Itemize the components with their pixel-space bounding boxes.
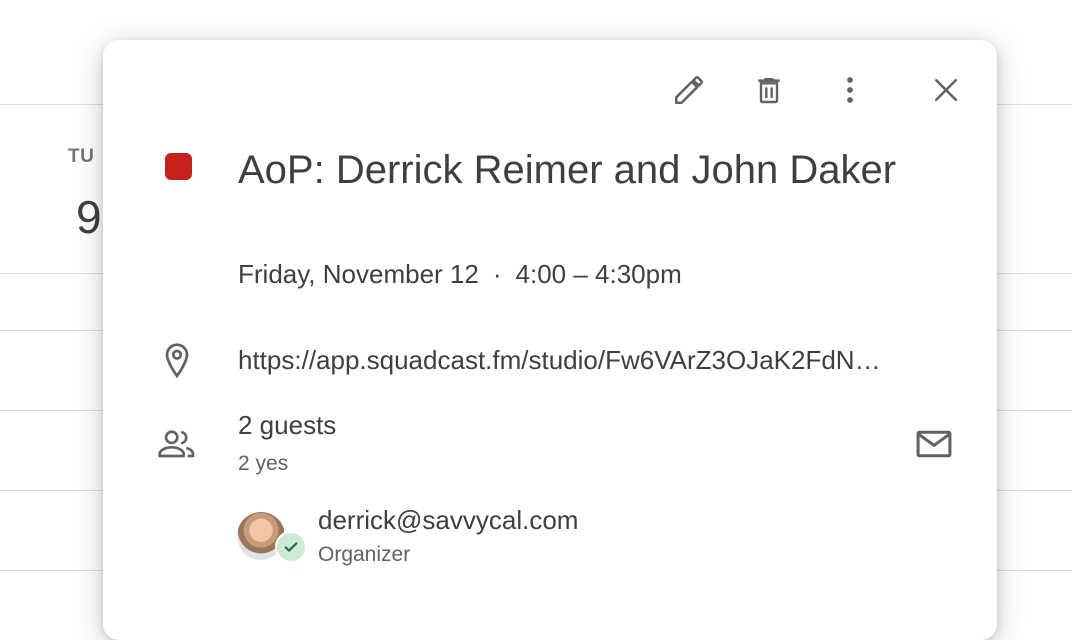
more-vert-icon bbox=[847, 77, 853, 103]
trash-icon bbox=[758, 78, 780, 104]
delete-event-button[interactable] bbox=[747, 68, 791, 112]
datetime-separator: · bbox=[492, 259, 502, 289]
more-options-button[interactable] bbox=[828, 68, 872, 112]
event-location-link[interactable]: https://app.squadcast.fm/studio/Fw6VArZ3… bbox=[238, 345, 958, 376]
location-pin-icon bbox=[157, 341, 197, 381]
event-time: 4:00 – 4:30pm bbox=[515, 259, 682, 289]
event-date: Friday, November 12 bbox=[238, 259, 479, 289]
email-guests-button[interactable] bbox=[912, 422, 956, 466]
day-header-date[interactable]: 9 bbox=[76, 190, 102, 244]
people-icon bbox=[157, 424, 197, 464]
close-button[interactable] bbox=[924, 68, 968, 112]
mail-icon bbox=[916, 430, 952, 458]
event-color-indicator bbox=[165, 153, 192, 180]
guests-rsvp-summary: 2 yes bbox=[238, 452, 289, 475]
guest-email[interactable]: derrick@savvycal.com bbox=[318, 505, 578, 536]
event-title: AoP: Derrick Reimer and John Daker bbox=[238, 148, 897, 192]
event-details-popup: AoP: Derrick Reimer and John Daker Frida… bbox=[103, 40, 997, 640]
event-datetime: Friday, November 12 · 4:00 – 4:30pm bbox=[238, 259, 682, 290]
close-icon bbox=[934, 78, 958, 102]
pencil-icon bbox=[674, 75, 704, 105]
guest-role: Organizer bbox=[318, 543, 411, 566]
edit-event-button[interactable] bbox=[667, 68, 711, 112]
accepted-check-icon bbox=[275, 531, 307, 563]
day-header-label[interactable]: TU bbox=[68, 146, 94, 168]
guests-count: 2 guests bbox=[238, 410, 337, 440]
